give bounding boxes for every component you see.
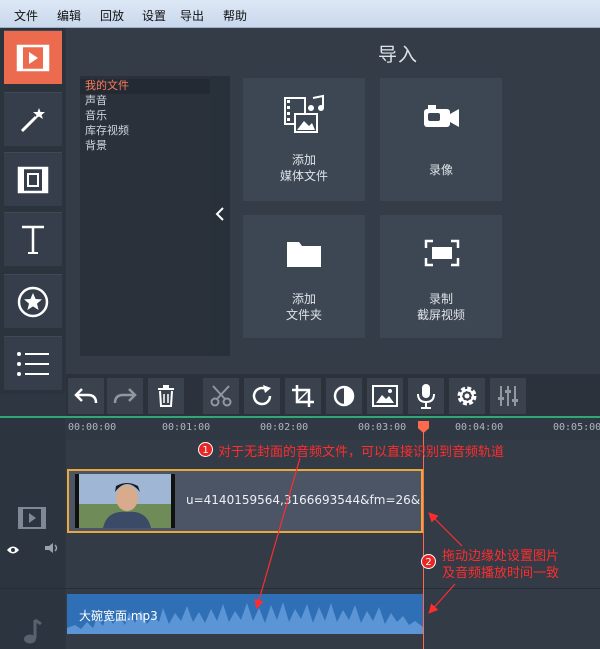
delete-icon	[158, 385, 174, 407]
rail-text-button[interactable]	[4, 212, 62, 266]
record-video-tile[interactable]: 录像	[380, 78, 502, 201]
rail-import-button[interactable]	[4, 30, 62, 84]
audio-clip-name: 大碗宽面.mp3	[79, 609, 158, 623]
film-transitions-icon	[17, 166, 49, 194]
menu-playback[interactable]: 回放	[100, 7, 124, 24]
rail-effects-button[interactable]	[4, 92, 62, 146]
clip-thumbnail	[75, 474, 175, 528]
add-folder-tile[interactable]: 添加 文件夹	[243, 215, 365, 338]
annotation-badge-2: 2	[421, 554, 436, 569]
ruler-label: 00:05:00	[553, 422, 600, 433]
crop-button[interactable]	[285, 378, 321, 414]
cut-icon	[210, 385, 232, 407]
file-category-list: 我的文件 声音 音乐 库存视频 背景	[80, 76, 210, 356]
folder-icon	[287, 242, 321, 267]
redo-button[interactable]	[107, 378, 143, 414]
add-folder-label-2: 文件夹	[285, 308, 322, 322]
rotate-icon	[252, 385, 272, 406]
audio-track-note-icon	[22, 618, 42, 648]
add-media-icon	[284, 94, 324, 133]
track-headers	[0, 418, 65, 649]
list-icon	[16, 350, 50, 378]
track-volume-icon[interactable]	[44, 539, 60, 558]
record-audio-button[interactable]	[408, 378, 444, 414]
add-media-files-tile[interactable]: 添加 媒体文件	[243, 78, 365, 201]
equalizer-button[interactable]	[490, 378, 526, 414]
menu-settings[interactable]: 设置	[142, 7, 166, 24]
timeline-ruler[interactable]: 00:00:00 00:01:00 00:02:00 00:03:00 00:0…	[66, 418, 600, 440]
microphone-icon	[417, 384, 435, 409]
annotation-badge-1: 1	[198, 442, 213, 457]
video-clip-name: u=4140159564,3166693544&fm=26&	[186, 493, 421, 507]
menu-edit[interactable]: 编辑	[57, 7, 81, 24]
ruler-label: 00:04:00	[455, 422, 504, 433]
audio-clip[interactable]: 大碗宽面.mp3	[67, 594, 423, 634]
video-clip[interactable]: u=4140159564,3166693544&fm=26&	[67, 469, 423, 533]
rail-more-button[interactable]	[4, 336, 62, 390]
file-category-backgrounds[interactable]: 背景	[85, 139, 107, 153]
equalizer-icon	[498, 386, 518, 406]
record-screencast-tile[interactable]: 录制 截屏视频	[380, 215, 502, 338]
crop-icon	[292, 385, 314, 407]
menu-help[interactable]: 帮助	[223, 7, 247, 24]
ruler-label: 00:03:00	[358, 422, 407, 433]
ruler-label: 00:01:00	[162, 422, 211, 433]
add-media-label-2: 媒体文件	[279, 169, 328, 183]
file-category-stock-video[interactable]: 库存视频	[85, 124, 129, 138]
annotation-text-1: 对于无封面的音频文件，可以直接识别到音频轨道	[218, 445, 505, 460]
screen-capture-icon	[424, 239, 460, 267]
import-title: 导入	[378, 44, 419, 66]
record-screencast-label-1: 录制	[428, 292, 453, 306]
ruler-label: 00:02:00	[260, 422, 309, 433]
rail-transitions-button[interactable]	[4, 152, 62, 206]
menu-file[interactable]: 文件	[14, 7, 38, 24]
delete-button[interactable]	[148, 378, 184, 414]
rail-stickers-button[interactable]	[4, 274, 62, 328]
record-screencast-label-2: 截屏视频	[416, 308, 465, 322]
add-folder-label-1: 添加	[291, 292, 316, 306]
track-separator	[0, 588, 600, 589]
camera-icon	[424, 105, 459, 127]
file-category-music[interactable]: 音乐	[85, 109, 107, 123]
import-icon	[16, 44, 50, 72]
video-track-icon	[18, 507, 46, 533]
color-adjust-icon	[333, 385, 355, 407]
cut-button[interactable]	[203, 378, 239, 414]
sticker-star-icon	[16, 285, 50, 319]
magic-wand-icon	[18, 105, 48, 135]
tool-rail	[0, 28, 65, 394]
image-icon	[372, 385, 398, 407]
annotation-text-2b: 及音频播放时间一致	[442, 566, 560, 581]
chevron-left-icon	[215, 206, 225, 226]
image-button[interactable]	[367, 378, 403, 414]
color-adjust-button[interactable]	[326, 378, 362, 414]
record-video-label: 录像	[428, 163, 453, 177]
menu-export[interactable]: 导出	[180, 7, 204, 24]
collapse-list-button[interactable]	[210, 76, 230, 356]
redo-icon	[113, 388, 137, 404]
add-media-label-1: 添加	[291, 153, 316, 167]
undo-button[interactable]	[68, 378, 104, 414]
clip-settings-button[interactable]	[449, 378, 485, 414]
visibility-eye-icon[interactable]	[6, 540, 20, 559]
file-category-sounds[interactable]: 声音	[85, 94, 107, 108]
settings-icon	[457, 386, 477, 406]
undo-icon	[74, 388, 98, 404]
rotate-button[interactable]	[244, 378, 280, 414]
text-icon	[19, 224, 47, 256]
ruler-label: 00:00:00	[68, 422, 117, 433]
file-category-my-files[interactable]: 我的文件	[85, 79, 129, 93]
menu-bar: 文件 编辑 回放 设置 导出 帮助	[0, 0, 600, 28]
